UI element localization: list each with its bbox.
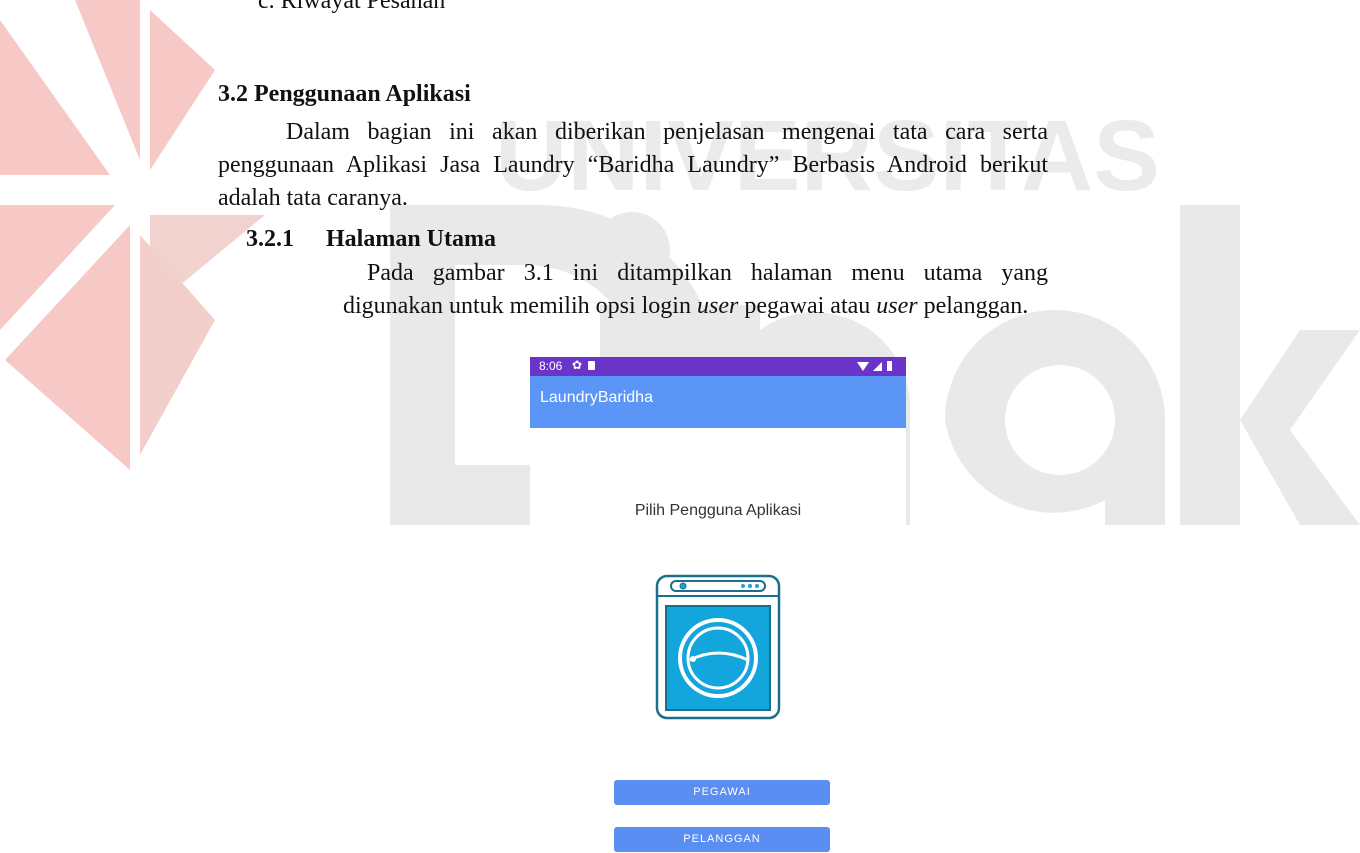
status-time: 8:06 <box>539 359 563 373</box>
screen-heading: Pilih Pengguna Aplikasi <box>634 502 802 519</box>
subsection-title: Halaman Utama <box>326 226 496 252</box>
signal-icon <box>873 362 882 371</box>
app-screenshot: 8:06 ✿ LaundryBaridha Pilih Pengguna Apl… <box>530 357 906 853</box>
section-heading: 3.2 Penggunaan Aplikasi <box>218 81 471 107</box>
subsection-number: 3.2.1 <box>246 226 294 252</box>
list-item-riwayat-pesanan: c. Riwayat Pesanan <box>258 0 446 14</box>
app-title: LaundryBaridha <box>540 389 653 406</box>
para-text-2: pegawai atau <box>738 293 877 319</box>
document-page: c. Riwayat Pesanan 3.2 Penggunaan Aplika… <box>0 0 1360 853</box>
para-em-user-1: user <box>696 293 739 319</box>
para-text-3: pelanggan. <box>917 293 1029 319</box>
battery-icon <box>887 361 892 371</box>
status-bar: 8:06 ✿ <box>530 357 906 376</box>
gear-icon: ✿ <box>572 358 583 372</box>
wifi-icon <box>857 362 869 371</box>
washing-machine-icon <box>655 574 781 720</box>
pegawai-button[interactable]: PEGAWAI <box>614 780 830 805</box>
section-paragraph: Dalam bagian ini akan diberikan penjelas… <box>218 119 1048 211</box>
sd-card-icon <box>588 361 595 370</box>
pelanggan-button[interactable]: PELANGGAN <box>614 827 830 852</box>
subsection-paragraph: Pada gambar 3.1 ini ditampilkan halaman … <box>343 257 1048 323</box>
para-em-user-2: user <box>876 293 918 319</box>
